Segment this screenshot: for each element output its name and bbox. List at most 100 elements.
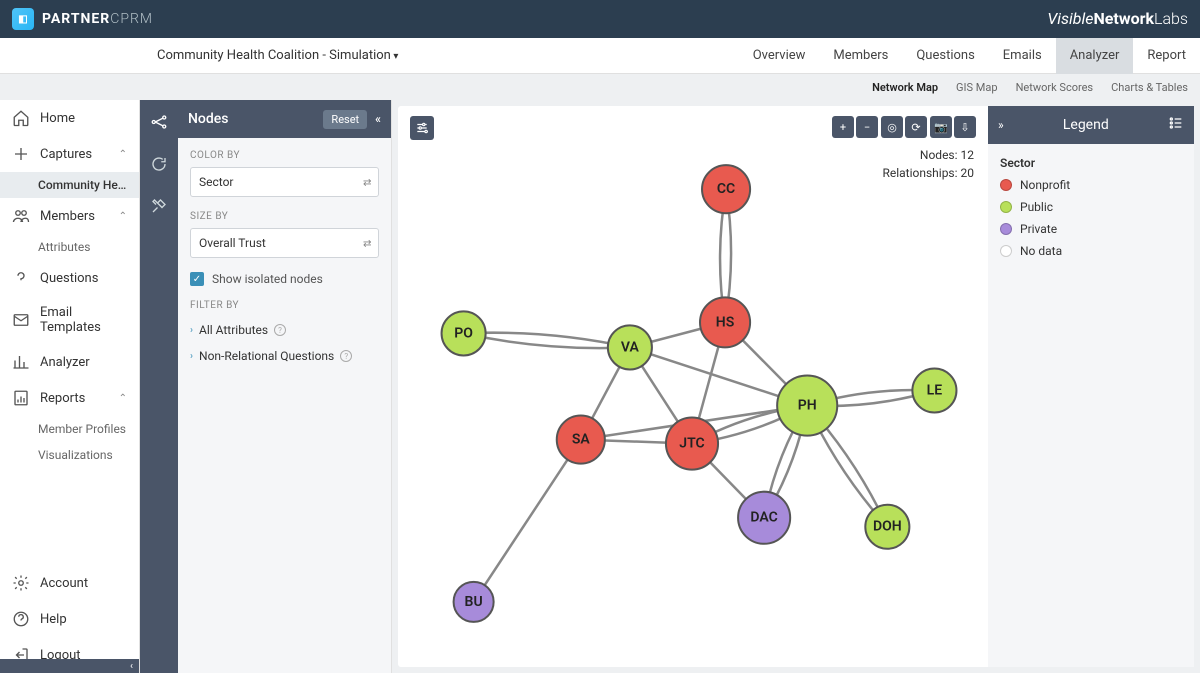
subtab-network-scores[interactable]: Network Scores (1016, 81, 1094, 94)
topnav-report[interactable]: Report (1133, 38, 1200, 74)
filter-non-relational[interactable]: › Non-Relational Questions ? (190, 343, 379, 369)
tool-refresh-icon[interactable] (147, 152, 171, 176)
panel-collapse-icon[interactable]: « (375, 112, 381, 126)
network-node[interactable] (702, 165, 750, 213)
topnav-analyzer[interactable]: Analyzer (1056, 38, 1134, 74)
topnav-questions[interactable]: Questions (902, 38, 988, 74)
brand-sub: CPRM (110, 11, 153, 27)
nav-home[interactable]: Home (0, 100, 139, 136)
network-node[interactable] (777, 375, 837, 435)
color-by-select[interactable]: Sector (190, 167, 379, 197)
show-isolated-label: Show isolated nodes (212, 272, 323, 286)
network-graph[interactable]: CCHSPHLEDOHDACJTCSAVAPOBU (398, 106, 988, 667)
help-badge-icon[interactable]: ? (340, 350, 352, 362)
legend-item-label: Private (1020, 222, 1057, 236)
email-icon (12, 311, 30, 329)
legend-group-title: Sector (1000, 156, 1182, 170)
captures-icon (12, 145, 30, 163)
legend-dot-icon (1000, 223, 1012, 235)
canvas-area[interactable]: + − ◎ ⟳ 📷 ⇩ Nodes: 12 Relationships: 20 (398, 106, 988, 667)
nav-account-label: Account (40, 576, 88, 591)
home-icon (12, 109, 30, 127)
legend-item[interactable]: Nonprofit (1000, 178, 1182, 192)
size-by-value: Overall Trust (199, 236, 266, 250)
gear-icon (12, 574, 30, 592)
nav-members-label: Members (40, 209, 95, 224)
show-isolated-row[interactable]: ✓ Show isolated nodes (190, 272, 379, 286)
legend-header: » Legend (988, 106, 1194, 144)
network-node[interactable] (666, 418, 718, 470)
network-edge[interactable] (474, 440, 581, 602)
subbar: Community Health Coalition - Simulation … (0, 38, 1200, 74)
chevron-up-icon: ⌃ (119, 211, 127, 222)
legend-dot-icon (1000, 245, 1012, 257)
filter-all-attributes[interactable]: › All Attributes ? (190, 317, 379, 343)
legend-title: Legend (1004, 117, 1168, 133)
network-node[interactable] (454, 582, 494, 622)
brand-left: ◧ PARTNERCPRM (12, 8, 153, 30)
brand-right-3: Labs (1154, 9, 1188, 28)
size-by-select[interactable]: Overall Trust (190, 228, 379, 258)
help-badge-icon[interactable]: ? (274, 324, 286, 336)
brand-right-2: Network (1093, 9, 1154, 28)
legend-item[interactable]: Private (1000, 222, 1182, 236)
nav-email-templates[interactable]: Email Templates (0, 296, 139, 344)
nav-reports[interactable]: Reports ⌃ (0, 380, 139, 416)
nav-questions[interactable]: Questions (0, 260, 139, 296)
checkbox-checked-icon[interactable]: ✓ (190, 272, 204, 286)
nav-captures[interactable]: Captures ⌃ (0, 136, 139, 172)
color-by-label: COLOR BY (190, 150, 379, 161)
members-icon (12, 207, 30, 225)
tool-tools-icon[interactable] (147, 194, 171, 218)
network-node[interactable] (738, 492, 790, 544)
network-node[interactable] (700, 297, 750, 347)
nav-help[interactable]: Help (0, 601, 139, 637)
network-node[interactable] (442, 311, 486, 355)
help-icon (12, 610, 30, 628)
filter-nonrel-label: Non-Relational Questions (199, 349, 334, 363)
color-by-value: Sector (199, 175, 234, 189)
questions-icon (12, 269, 30, 287)
nav-questions-label: Questions (40, 271, 98, 286)
subtab-network-map[interactable]: Network Map (872, 81, 938, 94)
topbar: ◧ PARTNERCPRM VisibleNetworkLabs (0, 0, 1200, 38)
network-node[interactable] (608, 325, 652, 369)
filter-by-label: FILTER BY (190, 300, 379, 311)
nav-members[interactable]: Members ⌃ (0, 198, 139, 234)
reset-button[interactable]: Reset (323, 110, 367, 129)
size-by-label: SIZE BY (190, 211, 379, 222)
nav-captures-label: Captures (40, 147, 92, 162)
nav-reports-sub1[interactable]: Member Profiles (0, 416, 139, 442)
nav-members-sub[interactable]: Attributes (0, 234, 139, 260)
legend-dot-icon (1000, 179, 1012, 191)
network-node[interactable] (557, 416, 605, 464)
topnav-overview[interactable]: Overview (739, 38, 820, 74)
breadcrumb[interactable]: Community Health Coalition - Simulation (157, 48, 398, 63)
nav-account[interactable]: Account (0, 565, 139, 601)
brand-main: PARTNER (42, 11, 110, 27)
subtabs: Network Map GIS Map Network Scores Chart… (0, 74, 1200, 100)
nav-reports-sub2[interactable]: Visualizations (0, 442, 139, 468)
topnav-emails[interactable]: Emails (989, 38, 1056, 74)
topnav-members[interactable]: Members (819, 38, 902, 74)
nodes-panel-title: Nodes (188, 111, 228, 127)
legend-item[interactable]: No data (1000, 244, 1182, 258)
tool-network-icon[interactable] (147, 110, 171, 134)
chevron-right-icon: › (190, 351, 193, 362)
nodes-panel: Nodes Reset « COLOR BY Sector SIZE BY Ov… (178, 100, 392, 673)
nav-analyzer[interactable]: Analyzer (0, 344, 139, 380)
network-node[interactable] (865, 505, 909, 549)
subtab-charts-tables[interactable]: Charts & Tables (1111, 81, 1188, 94)
filter-all-attrs-label: All Attributes (199, 323, 268, 337)
subtab-gis-map[interactable]: GIS Map (956, 81, 998, 94)
brand-text: PARTNERCPRM (42, 11, 153, 27)
leftnav-collapse[interactable]: ‹ (0, 659, 139, 673)
brand-right: VisibleNetworkLabs (1047, 9, 1188, 29)
legend-panel: » Legend Sector Nonprofit Public Private No… (988, 106, 1194, 667)
list-icon[interactable] (1168, 115, 1184, 135)
network-node[interactable] (912, 368, 956, 412)
nodes-panel-header: Nodes Reset « (178, 100, 391, 138)
legend-item[interactable]: Public (1000, 200, 1182, 214)
nav-captures-sub[interactable]: Community Health ... (0, 172, 139, 198)
analyzer-icon (12, 353, 30, 371)
